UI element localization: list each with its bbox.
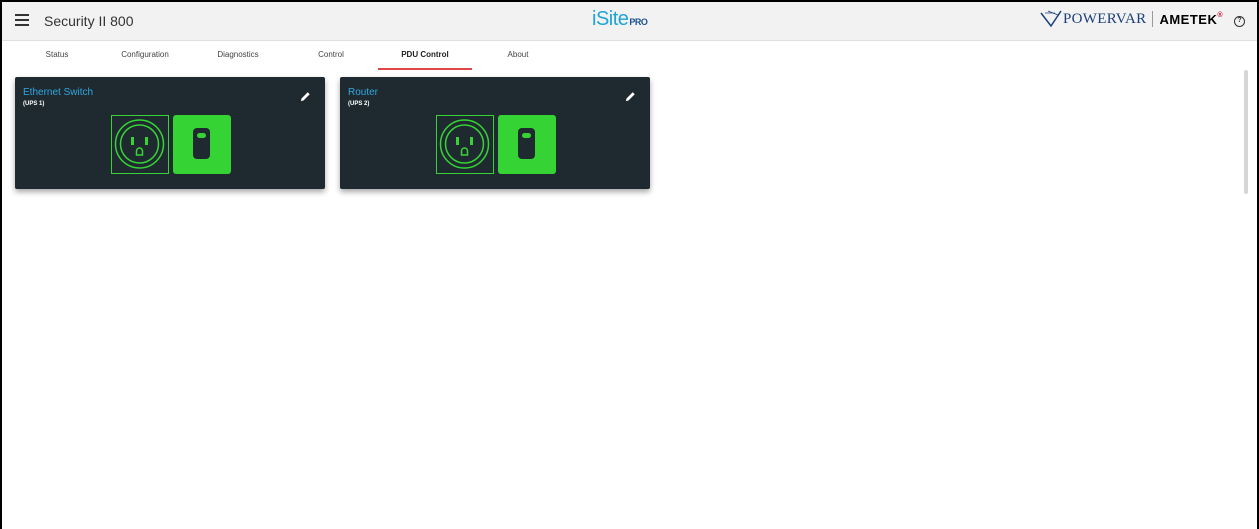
tab-diagnostics[interactable]: Diagnostics: [208, 42, 268, 70]
tab-configuration[interactable]: Configuration: [112, 42, 178, 70]
vendor-logos: POWERVAR AMETEK®: [1039, 10, 1223, 28]
logo-divider: [1152, 11, 1154, 27]
isite-pro-logo: iSitePRO: [592, 8, 648, 31]
rocker-switch-icon: [193, 128, 210, 159]
tab-control[interactable]: Control: [308, 42, 354, 70]
tab-about[interactable]: About: [498, 42, 538, 70]
device-title: Security II 800: [44, 13, 134, 29]
edit-pencil-icon[interactable]: [300, 91, 311, 102]
brand-suffix: PRO: [629, 17, 648, 27]
ametek-logo: AMETEK®: [1159, 11, 1223, 27]
outlet-card-router: Router (UPS 2): [340, 77, 650, 189]
tab-status[interactable]: Status: [37, 42, 77, 70]
outlet-ups-label: (UPS 2): [348, 101, 370, 107]
powervar-logo-icon: [1040, 10, 1062, 28]
brand-main: iSite: [592, 8, 629, 30]
vertical-scrollbar[interactable]: [1244, 70, 1248, 194]
help-icon[interactable]: ?: [1234, 16, 1245, 27]
tab-bar: Status Configuration Diagnostics Control…: [2, 42, 1257, 70]
outlet-ups-label: (UPS 1): [23, 101, 45, 107]
outlet-name: Ethernet Switch: [23, 87, 94, 98]
powervar-logo: POWERVAR: [1063, 10, 1147, 27]
power-outlet-icon[interactable]: [436, 115, 494, 174]
rocker-switch-icon: [518, 128, 535, 159]
edit-pencil-icon[interactable]: [625, 91, 636, 102]
tab-pdu-control[interactable]: PDU Control: [378, 42, 472, 70]
outlet-card-ethernet-switch: Ethernet Switch (UPS 1): [15, 77, 325, 189]
power-switch-toggle[interactable]: [173, 115, 231, 174]
power-outlet-icon[interactable]: [111, 115, 169, 174]
ametek-wordmark: AMETEK: [1159, 11, 1218, 27]
app-header: Security II 800 iSitePRO POWERVAR AMETEK…: [2, 2, 1257, 41]
hamburger-menu-icon[interactable]: [15, 14, 29, 26]
power-switch-toggle[interactable]: [498, 115, 556, 174]
outlet-name: Router: [348, 87, 379, 98]
